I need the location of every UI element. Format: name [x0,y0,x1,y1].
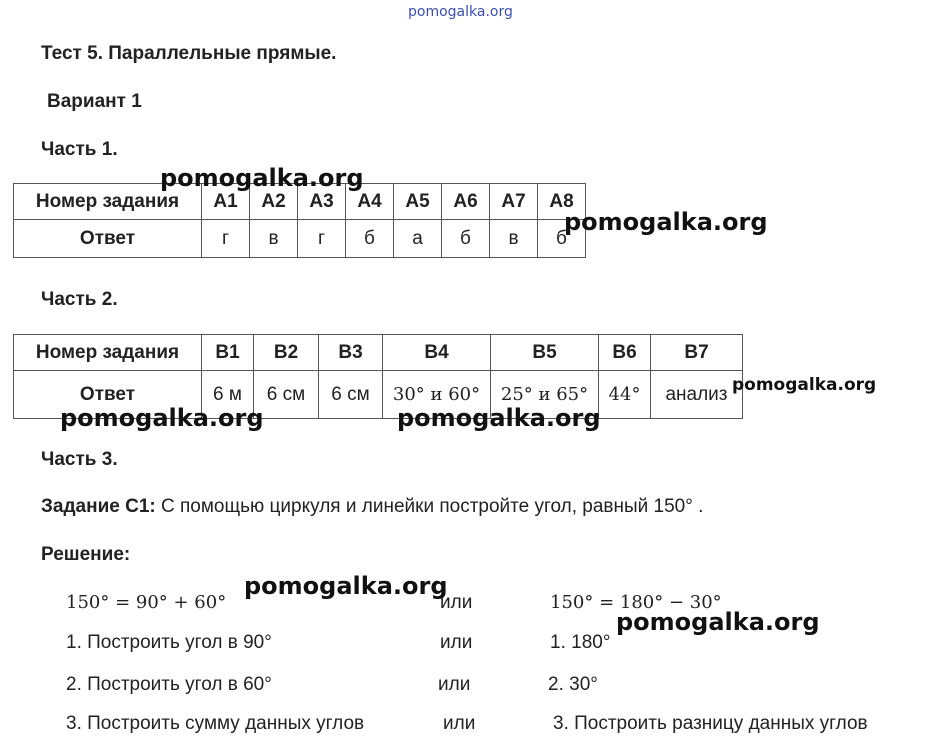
solution-right-line: 2. 30° [548,674,598,695]
part2-task-cell: B6 [598,334,651,371]
page-title: Тест 5. Параллельные прямые. [41,43,337,64]
part3-heading: Часть 3. [41,449,118,470]
solution-left-line: 2. Построить угол в 60° [66,674,272,695]
part2-task-cell: B2 [253,334,319,371]
watermark-overlay: pomogalka.org [244,572,448,600]
task-c1-text: С помощью циркуля и линейки постройте уг… [161,496,704,517]
part1-heading: Часть 1. [41,139,118,160]
watermark-top[interactable]: pomogalka.org [408,4,513,20]
watermark-overlay: pomogalka.org [60,404,264,432]
part2-task-cell: B1 [201,334,254,371]
watermark-overlay: pomogalka.org [616,608,820,636]
part1-answer-row: Ответ г в г б а б в б [13,219,586,258]
part2-task-row: Номер задания B1 B2 B3 B4 B5 B6 B7 [13,334,743,371]
variant-heading: Вариант 1 [47,91,142,112]
part1-answer-cell: в [489,219,538,258]
part2-answer-cell: 44° [598,370,651,419]
part2-task-label: Номер задания [13,334,202,371]
part1-task-cell: A5 [393,183,442,220]
watermark-overlay: pomogalka.org [732,375,877,395]
solution-left-line: 150° = 90° + 60° [66,592,227,613]
solution-left-line: 3. Построить сумму данных углов [66,713,365,734]
part2-answer-cell: 6 см [318,370,383,419]
part2-task-cell: B3 [318,334,383,371]
part1-answer-cell: б [441,219,490,258]
or-word: или [440,632,473,653]
part2-task-cell: B7 [650,334,743,371]
or-word: или [438,674,471,695]
part1-answer-cell: г [201,219,250,258]
part1-answer-cell: г [297,219,346,258]
part2-heading: Часть 2. [41,289,118,310]
part2-task-cell: B5 [490,334,599,371]
or-word: или [443,713,476,734]
part1-task-cell: A7 [489,183,538,220]
watermark-overlay: pomogalka.org [397,404,601,432]
part1-answer-cell: а [393,219,442,258]
watermark-overlay: pomogalka.org [160,164,364,192]
part1-answer-cell: в [249,219,298,258]
solution-right-line: 3. Построить разницу данных углов [553,713,868,734]
watermark-overlay: pomogalka.org [564,208,768,236]
solution-heading: Решение: [41,544,131,565]
part1-answer-table: Номер задания A1 A2 A3 A4 A5 A6 A7 A8 От… [13,183,586,258]
part2-answer-cell: анализ [650,370,743,419]
part1-answer-label: Ответ [13,219,202,258]
solution-left-line: 1. Построить угол в 90° [66,632,272,653]
part2-task-cell: B4 [382,334,491,371]
task-c1-label: Задание С1: [41,496,156,517]
task-c1: Задание С1: С помощью циркуля и линейки … [41,496,703,518]
solution-right-line: 1. 180° [550,632,611,653]
part1-answer-cell: б [345,219,394,258]
part1-task-cell: A6 [441,183,490,220]
